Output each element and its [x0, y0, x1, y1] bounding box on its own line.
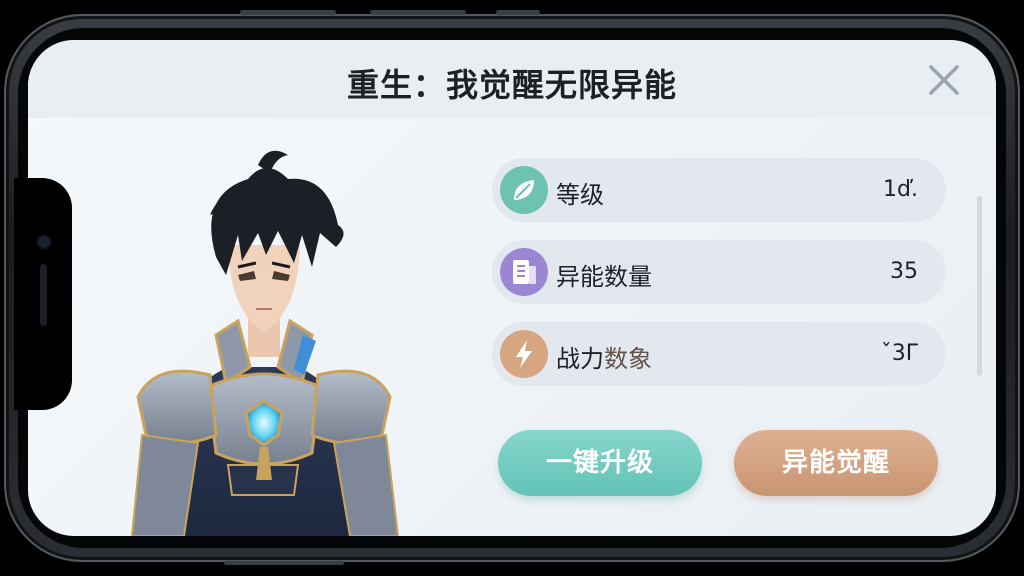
front-camera [38, 236, 50, 248]
stat-label-ability-count: 异能数量 [556, 263, 652, 291]
speaker-grille [40, 264, 47, 326]
phone-side-button-top-small [496, 10, 540, 15]
lightning-icon [500, 330, 548, 378]
stat-value-ability-count: 35 [890, 259, 918, 284]
stat-row-level: 等级 1ď. [492, 158, 946, 222]
dialog-header: 重生：我觉醒无限异能 [28, 40, 996, 118]
phone-side-button-top-left [240, 10, 336, 15]
phone-side-button-bottom [224, 561, 344, 565]
stat-label-power: 战力数象 [556, 345, 652, 373]
character-portrait [130, 150, 400, 536]
leaf-icon [500, 166, 548, 214]
awaken-button[interactable]: 异能觉醒 [734, 430, 938, 496]
book-icon [500, 248, 548, 296]
close-icon [929, 65, 959, 95]
stat-value-level: 1ď. [883, 177, 918, 202]
stat-value-power: ˇ3Γ [880, 341, 918, 366]
stat-label-power-suffix: 数象 [604, 345, 652, 373]
scrollbar[interactable] [977, 196, 982, 376]
stat-row-power: 战力数象 ˇ3Γ [492, 322, 946, 386]
stat-label-level: 等级 [556, 181, 604, 209]
upgrade-button[interactable]: 一键升级 [498, 430, 702, 496]
app-screen: 重生：我觉醒无限异能 等级 1ď. 异能数量 35 战力数象 ˇ3Γ 一键升级 … [28, 40, 996, 536]
close-button[interactable] [926, 62, 962, 98]
stat-row-ability-count: 异能数量 35 [492, 240, 946, 304]
page-title: 重生：我觉醒无限异能 [346, 66, 677, 104]
phone-side-button-top-right [370, 10, 466, 15]
